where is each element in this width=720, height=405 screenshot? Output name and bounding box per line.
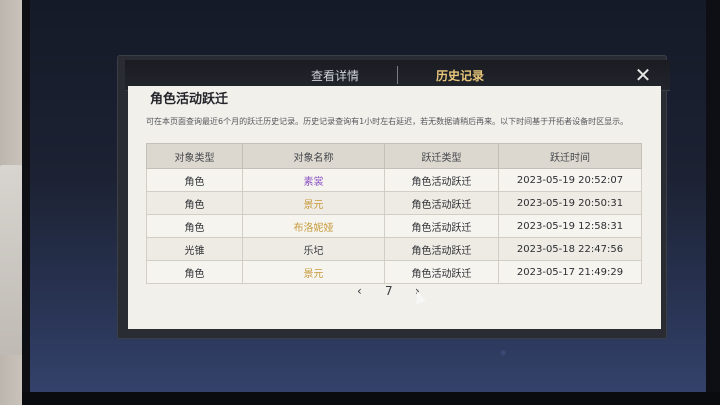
monitor-bezel [22, 392, 720, 405]
header-jump-time: 跃迁时间 [498, 143, 642, 169]
tab-details[interactable]: 查看详情 [305, 66, 365, 86]
cell-time: 2023-05-19 20:50:31 [498, 191, 642, 215]
cell-type: 角色 [146, 260, 243, 284]
cell-name: 景元 [242, 260, 385, 284]
tab-divider [397, 66, 398, 84]
cell-type: 角色 [146, 214, 243, 238]
header-jump-type: 跃迁类型 [384, 143, 499, 169]
cell-jump: 角色活动跃迁 [384, 168, 499, 192]
cell-name: 景元 [242, 191, 385, 215]
table-row: 角色 素裳 角色活动跃迁 2023-05-19 20:52:07 [146, 168, 642, 192]
table-row: 角色 景元 角色活动跃迁 2023-05-19 20:50:31 [146, 191, 642, 215]
header-object-name: 对象名称 [242, 143, 385, 169]
table-row: 光锥 乐圮 角色活动跃迁 2023-05-18 22:47:56 [146, 237, 642, 261]
cell-time: 2023-05-19 12:58:31 [498, 214, 642, 238]
cell-name: 布洛妮娅 [242, 214, 385, 238]
table-row: 角色 景元 角色活动跃迁 2023-05-17 21:49:29 [146, 260, 642, 284]
cell-jump: 角色活动跃迁 [384, 191, 499, 215]
tab-history[interactable]: 历史记录 [410, 66, 510, 86]
cell-name: 素裳 [242, 168, 385, 192]
table-row: 角色 布洛妮娅 角色活动跃迁 2023-05-19 12:58:31 [146, 214, 642, 238]
history-note: 可在本页面查询最近6个月的跃迁历史记录。历史记录查询有1小时左右延迟，若无数据请… [146, 117, 629, 126]
cell-jump: 角色活动跃迁 [384, 237, 499, 261]
history-panel: 角色活动跃迁 可在本页面查询最近6个月的跃迁历史记录。历史记录查询有1小时左右延… [128, 86, 661, 329]
header-object-type: 对象类型 [146, 143, 243, 169]
cell-time: 2023-05-19 20:52:07 [498, 168, 642, 192]
close-icon[interactable]: ✕ [633, 65, 653, 85]
cell-time: 2023-05-18 22:47:56 [498, 237, 642, 261]
cell-type: 光锥 [146, 237, 243, 261]
history-table: 对象类型 对象名称 跃迁类型 跃迁时间 角色 素裳 角色活动跃迁 2023-05… [146, 143, 642, 284]
cell-time: 2023-05-17 21:49:29 [498, 260, 642, 284]
page-title: 角色活动跃迁 [150, 92, 229, 107]
cell-type: 角色 [146, 168, 243, 192]
prev-page-button[interactable]: ‹ [357, 284, 362, 298]
table-header-row: 对象类型 对象名称 跃迁类型 跃迁时间 [146, 143, 642, 169]
cell-name: 乐圮 [242, 237, 385, 261]
cell-jump: 角色活动跃迁 [384, 214, 499, 238]
cell-jump: 角色活动跃迁 [384, 260, 499, 284]
cell-type: 角色 [146, 191, 243, 215]
page-number: 7 [385, 284, 393, 298]
